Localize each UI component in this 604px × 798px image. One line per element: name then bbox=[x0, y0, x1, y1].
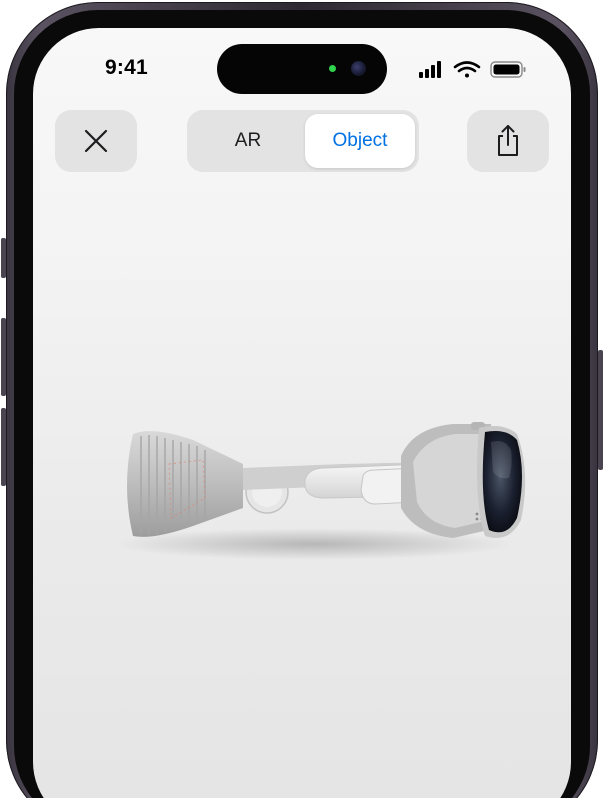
action-button bbox=[1, 238, 6, 278]
phone-mockup: 9:41 AR Object bbox=[0, 0, 604, 798]
segment-object-label: Object bbox=[332, 130, 388, 151]
volume-down-button bbox=[1, 408, 6, 486]
dynamic-island bbox=[217, 44, 387, 94]
view-mode-segmented-control: AR Object bbox=[187, 110, 419, 172]
segment-ar-label: AR bbox=[234, 130, 262, 151]
front-camera-icon bbox=[351, 61, 366, 76]
battery-icon bbox=[490, 61, 526, 78]
segment-object[interactable]: Object bbox=[305, 114, 415, 168]
power-button bbox=[598, 350, 603, 470]
segment-ar[interactable]: AR bbox=[191, 114, 305, 168]
status-icons bbox=[419, 61, 529, 79]
volume-up-button bbox=[1, 318, 6, 396]
privacy-indicator-icon bbox=[329, 65, 336, 72]
status-time: 9:41 bbox=[105, 56, 148, 79]
wifi-icon bbox=[453, 61, 481, 78]
screen: 9:41 AR Object bbox=[33, 28, 571, 798]
close-icon bbox=[84, 129, 108, 153]
close-button[interactable] bbox=[55, 110, 137, 172]
share-icon bbox=[498, 125, 518, 156]
vision-pro-headset-model[interactable] bbox=[93, 368, 533, 568]
cellular-signal-icon bbox=[419, 61, 441, 78]
share-button[interactable] bbox=[467, 110, 549, 172]
